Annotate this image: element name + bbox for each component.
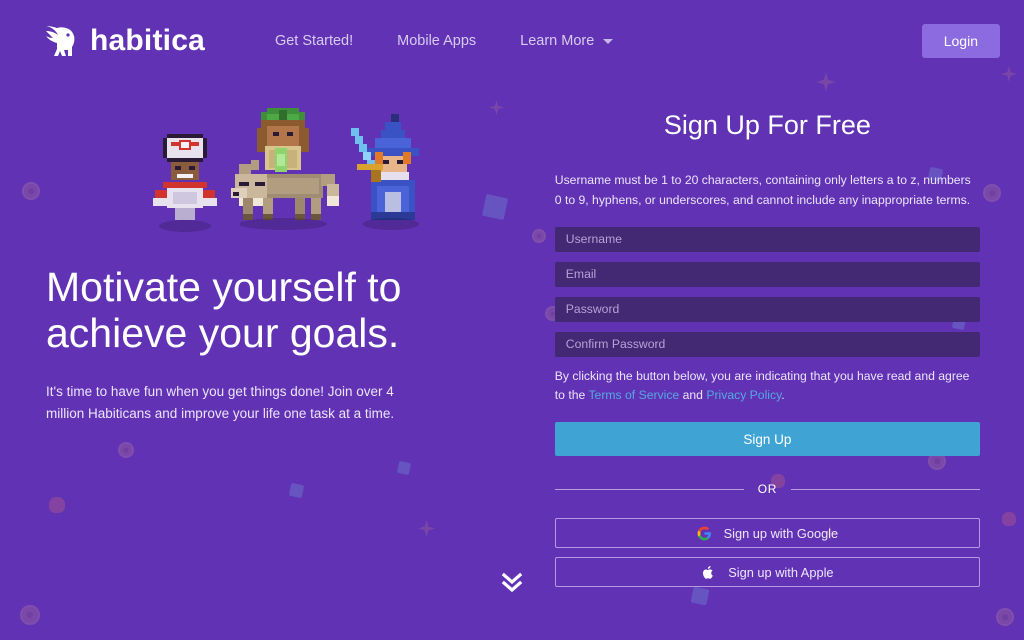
nav-mobile-apps[interactable]: Mobile Apps bbox=[375, 23, 498, 59]
apple-icon bbox=[701, 565, 716, 580]
main-navigation: Get Started! Mobile Apps Learn More bbox=[253, 23, 635, 59]
site-header: habitica Get Started! Mobile Apps Learn … bbox=[0, 0, 1024, 82]
terms-of-service-link[interactable]: Terms of Service bbox=[588, 388, 679, 402]
hero-subtext: It's time to have fun when you get thing… bbox=[46, 383, 395, 421]
email-input[interactable] bbox=[554, 261, 980, 287]
hero-headline: Motivate yourself to achieve your goals. bbox=[46, 264, 402, 357]
username-input[interactable] bbox=[554, 226, 980, 252]
signup-with-google-button[interactable]: Sign up with Google bbox=[554, 518, 980, 549]
nav-get-started[interactable]: Get Started! bbox=[253, 23, 375, 59]
signup-panel: Sign Up For Free Username must be 1 to 2… bbox=[554, 82, 981, 596]
password-input[interactable] bbox=[554, 296, 980, 322]
decoration-coin-icon bbox=[996, 608, 1014, 626]
terms-suffix: . bbox=[781, 388, 785, 403]
nav-learn-more[interactable]: Learn More bbox=[498, 23, 635, 59]
confirm-password-input[interactable] bbox=[554, 331, 980, 357]
privacy-policy-link[interactable]: Privacy Policy bbox=[706, 388, 781, 402]
avatar-blue-wizard bbox=[351, 114, 420, 230]
chevron-down-icon bbox=[603, 38, 614, 44]
nav-get-started-label: Get Started! bbox=[274, 33, 354, 49]
or-label: OR bbox=[757, 482, 777, 497]
scroll-down-chevron[interactable] bbox=[499, 570, 525, 596]
login-button[interactable]: Login bbox=[921, 24, 1000, 58]
brand[interactable]: habitica bbox=[44, 23, 205, 59]
signup-submit-button[interactable]: Sign Up bbox=[554, 422, 980, 457]
avatar-crowned-rider-on-wolf bbox=[231, 108, 340, 230]
habitica-gryphon-icon bbox=[44, 23, 78, 59]
avatar-illustration bbox=[44, 96, 509, 236]
brand-wordmark: habitica bbox=[90, 24, 205, 57]
terms-disclaimer: By clicking the button below, you are in… bbox=[555, 367, 980, 407]
avatar-peppermint-warrior bbox=[153, 134, 218, 232]
habitica-landing-page: habitica Get Started! Mobile Apps Learn … bbox=[0, 0, 1024, 640]
terms-middle: and bbox=[679, 388, 707, 403]
divider-line-left bbox=[554, 488, 744, 490]
signup-title: Sign Up For Free bbox=[663, 110, 871, 140]
google-icon bbox=[697, 526, 712, 541]
main-content: Motivate yourself to achieve your goals.… bbox=[0, 82, 1024, 596]
signup-with-apple-button[interactable]: Sign up with Apple bbox=[554, 557, 980, 588]
nav-learn-more-label: Learn More bbox=[520, 33, 595, 49]
signup-with-google-label: Sign up with Google bbox=[723, 525, 839, 541]
decoration-coin-icon bbox=[20, 605, 40, 625]
divider-line-right bbox=[791, 488, 981, 490]
nav-mobile-apps-label: Mobile Apps bbox=[397, 33, 477, 49]
hero-column: Motivate yourself to achieve your goals.… bbox=[44, 82, 509, 596]
or-divider: OR bbox=[554, 482, 981, 497]
signup-with-apple-label: Sign up with Apple bbox=[728, 564, 834, 580]
username-requirements-note: Username must be 1 to 20 characters, con… bbox=[554, 173, 971, 207]
